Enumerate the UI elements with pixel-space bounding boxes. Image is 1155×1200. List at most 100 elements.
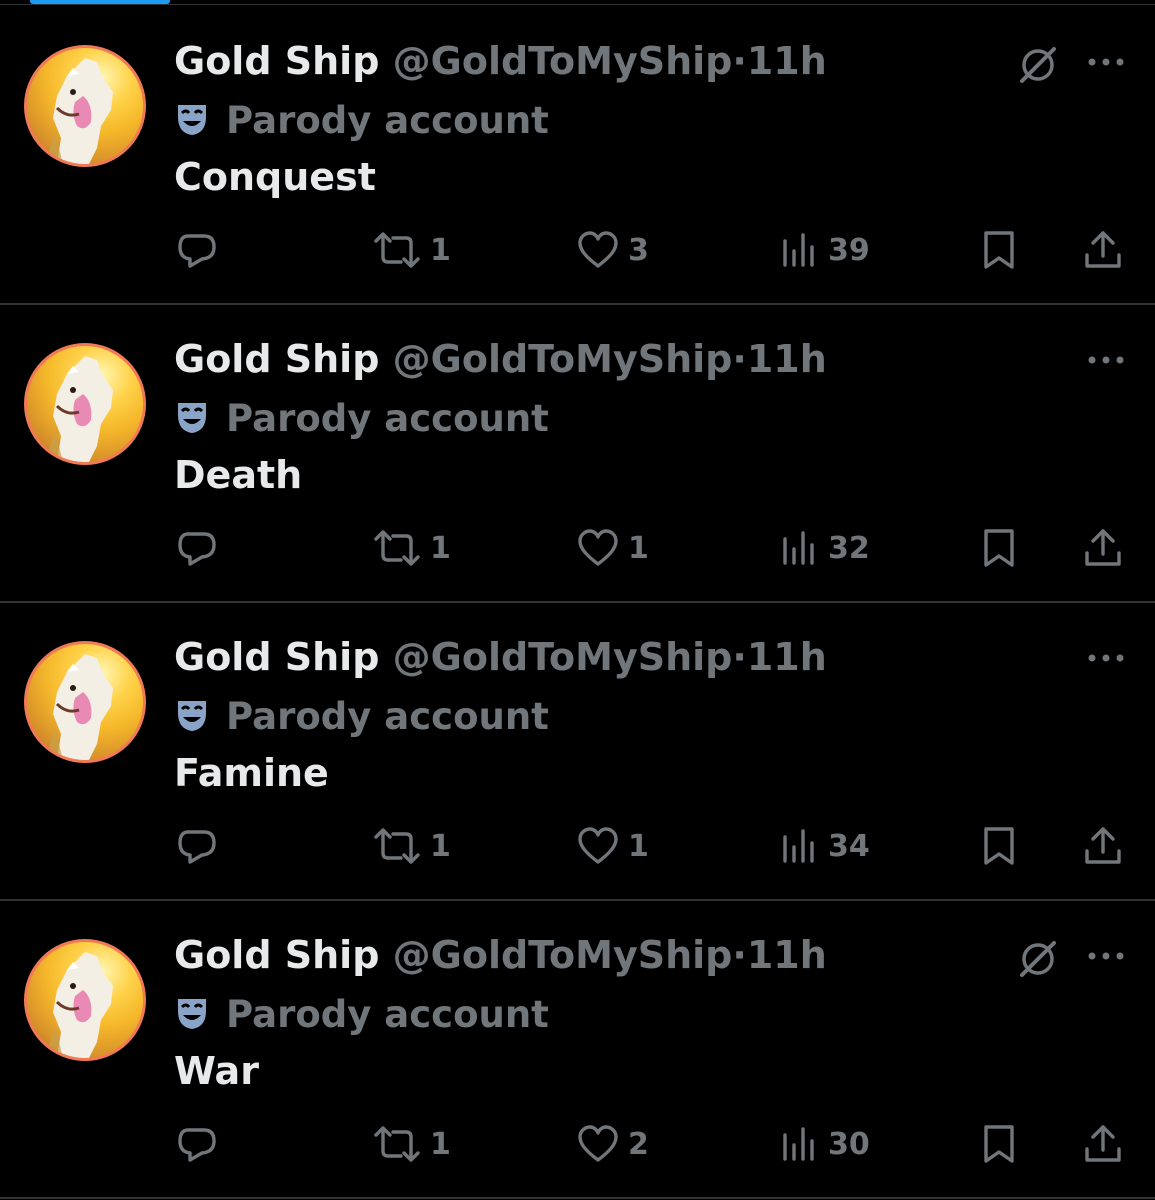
views-count: 34	[828, 828, 870, 864]
like-count: 3	[628, 232, 649, 268]
tweet[interactable]: Gold Ship @GoldToMyShip·11h Parody accou…	[0, 303, 1155, 603]
display-name[interactable]: Gold Ship	[174, 635, 379, 679]
views-button[interactable]: 30	[780, 1119, 870, 1169]
more-icon[interactable]	[1086, 941, 1126, 971]
retweet-count: 1	[430, 232, 451, 268]
tweet-text: Famine	[174, 751, 329, 795]
reply-icon	[178, 234, 216, 268]
share-button[interactable]	[1082, 225, 1124, 275]
reply-button[interactable]	[176, 225, 218, 275]
avatar[interactable]	[24, 45, 146, 167]
more-icon[interactable]	[1086, 643, 1126, 673]
reply-icon	[178, 830, 216, 864]
horse-avatar-icon	[47, 654, 113, 760]
tweet-header: Gold Ship @GoldToMyShip·11h	[174, 337, 827, 387]
grok-icon[interactable]	[1016, 43, 1060, 87]
avatar[interactable]	[24, 343, 146, 465]
theater-mask-icon	[174, 697, 210, 742]
retweet-button[interactable]: 1	[372, 821, 451, 871]
bookmark-button[interactable]	[980, 225, 1018, 275]
like-button[interactable]: 3	[576, 225, 649, 275]
display-name[interactable]: Gold Ship	[174, 933, 379, 977]
views-icon	[783, 829, 814, 863]
retweet-count: 1	[430, 530, 451, 566]
share-button[interactable]	[1082, 821, 1124, 871]
timestamp[interactable]: 11h	[747, 933, 827, 977]
tweet-header: Gold Ship @GoldToMyShip·11h	[174, 933, 827, 983]
timestamp[interactable]: 11h	[747, 39, 827, 83]
share-button[interactable]	[1082, 1119, 1124, 1169]
heart-icon	[578, 827, 618, 864]
like-button[interactable]: 1	[576, 523, 649, 573]
views-button[interactable]: 34	[780, 821, 870, 871]
grok-icon[interactable]	[1016, 937, 1060, 981]
avatar[interactable]	[24, 641, 146, 763]
like-count: 1	[628, 530, 649, 566]
reply-button[interactable]	[176, 1119, 218, 1169]
retweet-count: 1	[430, 1126, 451, 1162]
avatar[interactable]	[24, 939, 146, 1061]
horse-avatar-icon	[47, 952, 113, 1058]
parody-text: Parody account	[226, 397, 549, 440]
horse-avatar-icon	[47, 58, 113, 164]
timestamp[interactable]: 11h	[747, 635, 827, 679]
tweet-text: Death	[174, 453, 303, 497]
separator-dot: ·	[732, 337, 747, 381]
like-button[interactable]: 1	[576, 821, 649, 871]
bookmark-icon	[984, 529, 1014, 567]
retweet-icon	[374, 1126, 420, 1162]
handle[interactable]: @GoldToMyShip	[393, 39, 733, 83]
retweet-button[interactable]: 1	[372, 523, 451, 573]
handle[interactable]: @GoldToMyShip	[393, 933, 733, 977]
bookmark-button[interactable]	[980, 1119, 1018, 1169]
separator-dot: ·	[732, 635, 747, 679]
more-icon[interactable]	[1086, 47, 1126, 77]
theater-mask-icon	[174, 101, 210, 146]
retweet-button[interactable]: 1	[372, 1119, 451, 1169]
theater-mask-icon	[174, 995, 210, 1040]
tweet[interactable]: Gold Ship @GoldToMyShip·11h Parody accou…	[0, 899, 1155, 1199]
views-button[interactable]: 32	[780, 523, 870, 573]
bookmark-icon	[984, 231, 1014, 269]
tweet[interactable]: Gold Ship @GoldToMyShip·11h Parody accou…	[0, 5, 1155, 305]
like-count: 2	[628, 1126, 649, 1162]
tweet[interactable]: Gold Ship @GoldToMyShip·11h Parody accou…	[0, 601, 1155, 901]
retweet-icon	[374, 232, 420, 268]
reply-button[interactable]	[176, 523, 218, 573]
reply-button[interactable]	[176, 821, 218, 871]
separator-dot: ·	[732, 39, 747, 83]
handle[interactable]: @GoldToMyShip	[393, 635, 733, 679]
reply-icon	[178, 532, 216, 566]
tweet-actions: 1 1 34	[0, 821, 1155, 871]
display-name[interactable]: Gold Ship	[174, 337, 379, 381]
tweet-actions: 1 1 32	[0, 523, 1155, 573]
views-count: 32	[828, 530, 870, 566]
bookmark-icon	[984, 827, 1014, 865]
views-icon	[783, 531, 814, 565]
views-button[interactable]: 39	[780, 225, 870, 275]
parody-text: Parody account	[226, 993, 549, 1036]
heart-icon	[578, 529, 618, 566]
share-icon	[1085, 1125, 1121, 1162]
like-button[interactable]: 2	[576, 1119, 649, 1169]
bookmark-button[interactable]	[980, 523, 1018, 573]
views-icon	[783, 1127, 814, 1161]
like-count: 1	[628, 828, 649, 864]
heart-icon	[578, 1125, 618, 1162]
tweet-text: War	[174, 1049, 259, 1093]
bookmark-button[interactable]	[980, 821, 1018, 871]
handle[interactable]: @GoldToMyShip	[393, 337, 733, 381]
parody-label: Parody account	[174, 695, 549, 742]
tweet-actions: 1 3 39	[0, 225, 1155, 275]
tweet-header: Gold Ship @GoldToMyShip·11h	[174, 635, 827, 685]
share-icon	[1085, 827, 1121, 864]
parody-text: Parody account	[226, 99, 549, 142]
reply-icon	[178, 1128, 216, 1162]
views-count: 39	[828, 232, 870, 268]
retweet-button[interactable]: 1	[372, 225, 451, 275]
more-icon[interactable]	[1086, 345, 1126, 375]
display-name[interactable]: Gold Ship	[174, 39, 379, 83]
timestamp[interactable]: 11h	[747, 337, 827, 381]
views-count: 30	[828, 1126, 870, 1162]
share-button[interactable]	[1082, 523, 1124, 573]
